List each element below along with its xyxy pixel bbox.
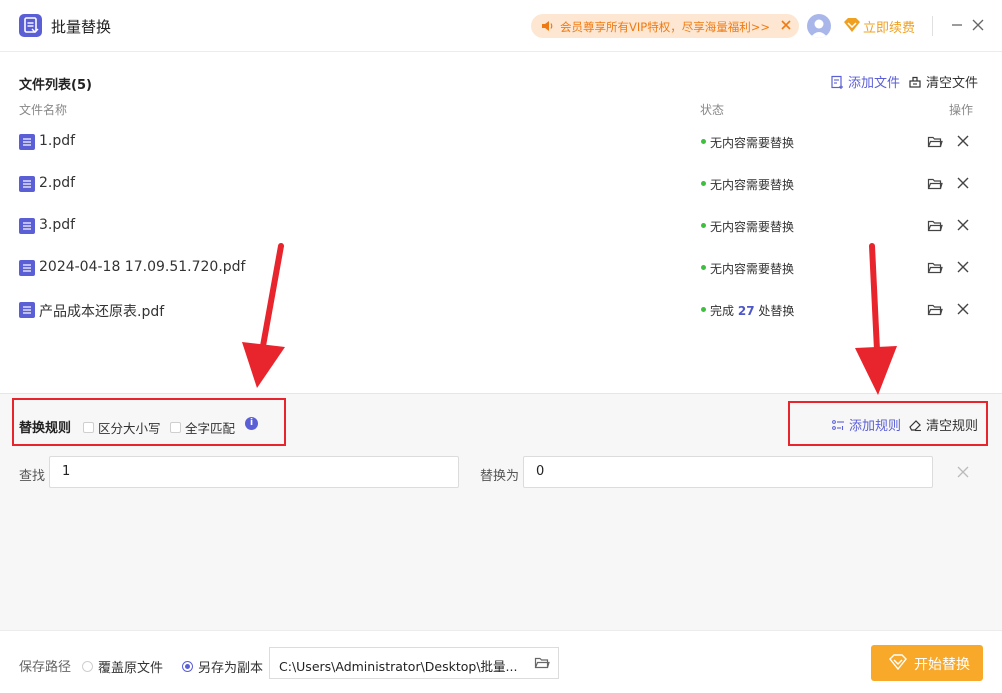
open-folder-icon[interactable]: [927, 218, 943, 234]
open-folder-icon[interactable]: [927, 134, 943, 150]
clear-files-label: 清空文件: [926, 76, 979, 91]
start-replace-button[interactable]: 开始替换: [871, 645, 983, 681]
pdf-file-icon: [19, 218, 35, 234]
open-folder-icon[interactable]: [927, 176, 943, 192]
status-suffix: 处替换: [758, 304, 795, 318]
radio-circle-selected[interactable]: [182, 661, 193, 672]
output-path-field[interactable]: C:\Users\Administrator\Desktop\批量...: [269, 647, 559, 679]
vip-banner-text[interactable]: 会员尊享所有VIP特权，尽享海量福利>>: [560, 19, 770, 35]
status-dot: [701, 139, 706, 144]
find-input[interactable]: 1: [49, 456, 459, 488]
app-title: 批量替换: [51, 18, 112, 36]
highlight-box-rule-options: [12, 398, 286, 446]
speaker-icon: [542, 21, 553, 31]
renew-button[interactable]: 立即续费: [863, 17, 915, 36]
table-row: 1.pdf 无内容需要替换: [0, 121, 1002, 163]
replace-input[interactable]: 0: [523, 456, 933, 488]
pdf-file-icon: [19, 260, 35, 276]
remove-file-icon[interactable]: [956, 302, 970, 316]
pdf-file-icon: [19, 134, 35, 150]
remove-file-icon[interactable]: [956, 260, 970, 274]
file-name: 2.pdf: [39, 175, 76, 191]
table-row: 2.pdf 无内容需要替换: [0, 163, 1002, 205]
file-status: 无内容需要替换: [710, 262, 795, 276]
file-name: 3.pdf: [39, 217, 76, 233]
replace-count: 27: [737, 304, 755, 318]
table-row: 3.pdf 无内容需要替换: [0, 205, 1002, 247]
remove-rule-icon[interactable]: [956, 465, 970, 479]
file-list-title: 文件列表(5): [19, 78, 92, 93]
replace-label: 替换为: [480, 469, 520, 484]
remove-file-icon[interactable]: [956, 134, 970, 148]
file-status: 无内容需要替换: [710, 136, 795, 150]
status-prefix: 完成: [710, 304, 735, 318]
pdf-file-icon: [19, 176, 35, 192]
banner-close-icon[interactable]: [779, 18, 793, 32]
clear-files-icon: [909, 76, 921, 88]
pdf-file-icon: [19, 302, 35, 318]
clear-files-button[interactable]: 清空文件: [908, 72, 978, 91]
add-file-label: 添加文件: [848, 76, 901, 91]
open-folder-icon[interactable]: [927, 302, 943, 318]
browse-folder-icon[interactable]: [534, 656, 550, 670]
divider: [932, 16, 933, 36]
remove-file-icon[interactable]: [956, 218, 970, 232]
overwrite-radio[interactable]: 覆盖原文件: [82, 657, 163, 676]
vip-diamond-icon: [844, 18, 860, 32]
radio-circle[interactable]: [82, 661, 93, 672]
column-header-status: 状态: [700, 103, 725, 117]
minimize-icon[interactable]: [950, 18, 964, 32]
status-dot: [701, 307, 706, 312]
start-replace-label: 开始替换: [914, 657, 970, 673]
file-name: 2024-04-18 17.09.51.720.pdf: [39, 259, 246, 275]
add-file-icon: [831, 75, 843, 89]
file-status: 完成 27 处替换: [710, 302, 794, 319]
file-status: 无内容需要替换: [710, 220, 795, 234]
column-header-actions: 操作: [949, 103, 974, 117]
file-name: 1.pdf: [39, 133, 76, 149]
title-bar: 批量替换 会员尊享所有VIP特权，尽享海量福利>> 立即续费: [0, 0, 1002, 52]
add-file-button[interactable]: 添加文件: [830, 72, 900, 91]
diamond-icon: [889, 654, 907, 670]
file-name: 产品成本还原表.pdf: [39, 304, 165, 320]
status-dot: [701, 181, 706, 186]
avatar[interactable]: [807, 14, 831, 38]
remove-file-icon[interactable]: [956, 176, 970, 190]
save-path-label: 保存路径: [19, 660, 72, 675]
open-folder-icon[interactable]: [927, 260, 943, 276]
vip-banner[interactable]: 会员尊享所有VIP特权，尽享海量福利>>: [531, 14, 799, 38]
output-path-text: C:\Users\Administrator\Desktop\批量...: [279, 659, 518, 674]
app-logo-icon: [19, 14, 42, 37]
file-status: 无内容需要替换: [710, 178, 795, 192]
status-dot: [701, 223, 706, 228]
highlight-box-rule-actions: [788, 401, 988, 446]
close-window-icon[interactable]: [971, 18, 985, 32]
status-dot: [701, 265, 706, 270]
table-row: 产品成本还原表.pdf 完成 27 处替换: [0, 289, 1002, 331]
table-row: 2024-04-18 17.09.51.720.pdf 无内容需要替换: [0, 247, 1002, 289]
find-label: 查找: [19, 469, 46, 484]
column-header-name: 文件名称: [19, 103, 68, 117]
save-copy-radio[interactable]: 另存为副本: [182, 657, 263, 676]
save-copy-label: 另存为副本: [198, 661, 264, 676]
overwrite-label: 覆盖原文件: [98, 661, 164, 676]
